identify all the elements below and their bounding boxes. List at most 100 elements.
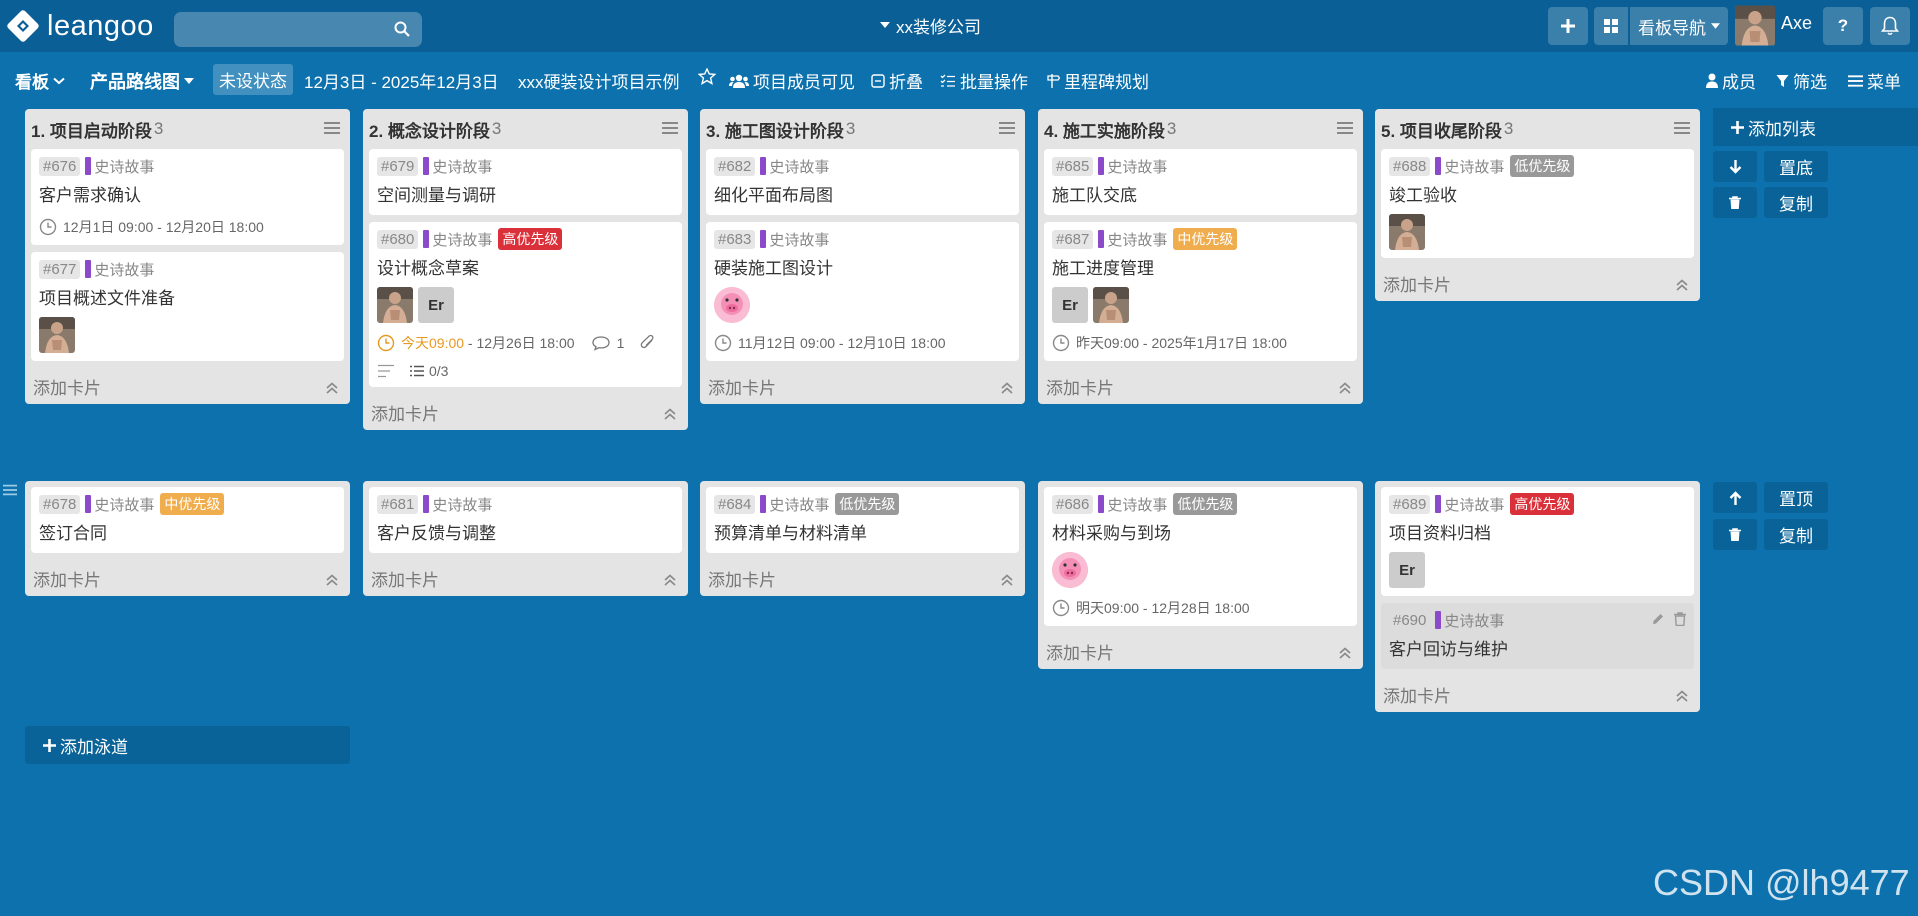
collapse-up-icon[interactable] bbox=[325, 382, 339, 394]
card[interactable]: #689 史诗故事 高优先级 项目资料归档 Er bbox=[1381, 487, 1694, 596]
help-button[interactable]: ? bbox=[1823, 7, 1863, 45]
move-down-button[interactable] bbox=[1713, 151, 1757, 182]
card[interactable]: #681 史诗故事 客户反馈与调整 bbox=[369, 487, 682, 553]
members-button[interactable]: 成员 bbox=[1706, 68, 1756, 93]
add-list-button[interactable]: 添加列表 bbox=[1713, 108, 1918, 146]
collapse-up-icon[interactable] bbox=[1338, 647, 1352, 659]
list-header[interactable]: 4. 施工实施阶段 3 bbox=[1038, 109, 1363, 149]
board-date-range[interactable]: 12月3日 - 2025年12月3日 bbox=[304, 68, 499, 93]
company-switcher[interactable]: xx装修公司 bbox=[880, 12, 1130, 38]
collapse-up-icon[interactable] bbox=[1000, 574, 1014, 586]
search-input[interactable] bbox=[174, 12, 422, 47]
copy-lane-button[interactable]: 复制 bbox=[1764, 519, 1828, 550]
member-avatar[interactable] bbox=[377, 287, 413, 323]
card[interactable]: #688 史诗故事 低优先级 竣工验收 bbox=[1381, 149, 1694, 258]
add-card-button[interactable]: 添加卡片 bbox=[700, 560, 1025, 596]
board-grid-button[interactable] bbox=[1594, 7, 1628, 45]
list-header[interactable]: 5. 项目收尾阶段 3 bbox=[1375, 109, 1700, 149]
add-card-button[interactable]: 添加卡片 bbox=[1375, 265, 1700, 301]
collapse-up-icon[interactable] bbox=[1675, 279, 1689, 291]
fold-button[interactable]: 折叠 bbox=[871, 68, 923, 93]
list-menu-icon[interactable] bbox=[1337, 122, 1353, 134]
move-top-button[interactable]: 置顶 bbox=[1764, 482, 1828, 513]
visibility-button[interactable]: 项目成员可见 bbox=[729, 68, 855, 93]
user-avatar[interactable] bbox=[1735, 5, 1775, 46]
list-menu-icon[interactable] bbox=[999, 122, 1015, 134]
list-count: 3 bbox=[845, 119, 856, 138]
collapse-up-icon[interactable] bbox=[663, 574, 677, 586]
collapse-up-icon[interactable] bbox=[1338, 382, 1352, 394]
card[interactable]: #680 史诗故事 高优先级 设计概念草案 Er 今天09:00 - 12月26日 … bbox=[369, 222, 682, 387]
card[interactable]: #684 史诗故事 低优先级 预算清单与材料清单 bbox=[706, 487, 1019, 553]
collapse-icon bbox=[871, 73, 885, 88]
bell-icon bbox=[1881, 16, 1899, 36]
member-avatar[interactable] bbox=[1389, 214, 1425, 250]
copy-lane-button[interactable]: 复制 bbox=[1764, 187, 1828, 218]
list-menu-icon[interactable] bbox=[662, 122, 678, 134]
member-avatar[interactable]: Er bbox=[1389, 552, 1425, 588]
collapse-up-icon[interactable] bbox=[663, 408, 677, 420]
add-card-button[interactable]: 添加卡片 bbox=[700, 368, 1025, 404]
collapse-up-icon[interactable] bbox=[1675, 690, 1689, 702]
trash-icon[interactable] bbox=[1674, 612, 1686, 626]
milestone-button[interactable]: 里程碑规划 bbox=[1046, 68, 1149, 93]
card[interactable]: #690 史诗故事 客户回访与维护 bbox=[1381, 603, 1694, 669]
member-avatar[interactable] bbox=[39, 317, 75, 353]
batch-button[interactable]: 批量操作 bbox=[940, 68, 1028, 93]
edit-pencil-icon[interactable] bbox=[1651, 612, 1665, 626]
star-button[interactable] bbox=[698, 68, 716, 85]
list-menu-icon[interactable] bbox=[1674, 122, 1690, 134]
project-link[interactable]: xxx硬装设计项目示例 bbox=[518, 68, 680, 93]
card[interactable]: #685 史诗故事 施工队交底 bbox=[1044, 149, 1357, 215]
board-status-badge[interactable]: 未设状态 bbox=[213, 64, 293, 95]
delete-lane-button[interactable] bbox=[1713, 519, 1757, 550]
add-lane-button[interactable]: 添加泳道 bbox=[25, 726, 350, 764]
list-header[interactable]: 3. 施工图设计阶段 3 bbox=[700, 109, 1025, 149]
lane-drag-handle-icon[interactable] bbox=[3, 484, 17, 496]
board-nav-dropdown[interactable]: 看板导航 bbox=[1630, 7, 1728, 45]
add-card-button[interactable]: 添加卡片 bbox=[25, 368, 350, 404]
card[interactable]: #679 史诗故事 空间测量与调研 bbox=[369, 149, 682, 215]
member-avatar[interactable]: Er bbox=[1052, 287, 1088, 323]
member-avatar[interactable] bbox=[714, 287, 750, 323]
collapse-up-icon[interactable] bbox=[1000, 382, 1014, 394]
add-card-button[interactable]: 添加卡片 bbox=[1038, 368, 1363, 404]
add-card-button[interactable]: 添加卡片 bbox=[1038, 633, 1363, 669]
user-name[interactable]: Axe bbox=[1781, 13, 1812, 34]
add-card-label: 添加卡片 bbox=[371, 570, 439, 590]
search-icon[interactable] bbox=[394, 21, 410, 37]
card-title: 客户反馈与调整 bbox=[377, 524, 496, 543]
add-card-button[interactable]: 添加卡片 bbox=[363, 560, 688, 596]
card[interactable]: #683 史诗故事 硬装施工图设计 11月12日 09:00 - 12月10日 1… bbox=[706, 222, 1019, 361]
list-title: 5. 项目收尾阶段 bbox=[1381, 121, 1502, 141]
move-bottom-button[interactable]: 置底 bbox=[1764, 151, 1828, 182]
member-avatar[interactable] bbox=[1052, 552, 1088, 588]
filter-button[interactable]: 筛选 bbox=[1776, 68, 1827, 93]
card[interactable]: #687 史诗故事 中优先级 施工进度管理 Er 昨天09:00 - 2025年1月… bbox=[1044, 222, 1357, 361]
card[interactable]: #686 史诗故事 低优先级 材料采购与到场 明天09:00 - 12月28日 18… bbox=[1044, 487, 1357, 626]
move-bottom-label: 置底 bbox=[1779, 159, 1813, 178]
move-up-button[interactable] bbox=[1713, 482, 1757, 513]
card[interactable]: #676 史诗故事 客户需求确认 12月1日 09:00 - 12月20日 18:… bbox=[31, 149, 344, 245]
card[interactable]: #678 史诗故事 中优先级 签订合同 bbox=[31, 487, 344, 553]
add-card-button[interactable]: 添加卡片 bbox=[363, 394, 688, 430]
menu-button[interactable]: 菜单 bbox=[1848, 68, 1901, 93]
list-header[interactable]: 2. 概念设计阶段 3 bbox=[363, 109, 688, 149]
card[interactable]: #682 史诗故事 细化平面布局图 bbox=[706, 149, 1019, 215]
member-avatar[interactable] bbox=[1093, 287, 1129, 323]
add-button[interactable] bbox=[1548, 7, 1588, 45]
card-number: #688 bbox=[1389, 156, 1431, 176]
card[interactable]: #677 史诗故事 项目概述文件准备 bbox=[31, 252, 344, 361]
add-card-button[interactable]: 添加卡片 bbox=[25, 560, 350, 596]
delete-lane-button[interactable] bbox=[1713, 187, 1757, 218]
brand-logo[interactable]: leangoo bbox=[6, 8, 154, 44]
notifications-button[interactable] bbox=[1870, 7, 1910, 45]
board-view-dropdown[interactable]: 看板 bbox=[15, 68, 65, 93]
board-title-dropdown[interactable]: 产品路线图 bbox=[90, 68, 194, 94]
epic-label: 史诗故事 bbox=[769, 496, 830, 514]
list-menu-icon[interactable] bbox=[324, 122, 340, 134]
add-card-button[interactable]: 添加卡片 bbox=[1375, 676, 1700, 712]
collapse-up-icon[interactable] bbox=[325, 574, 339, 586]
member-avatar[interactable]: Er bbox=[418, 287, 454, 323]
list-header[interactable]: 1. 项目启动阶段 3 bbox=[25, 109, 350, 149]
